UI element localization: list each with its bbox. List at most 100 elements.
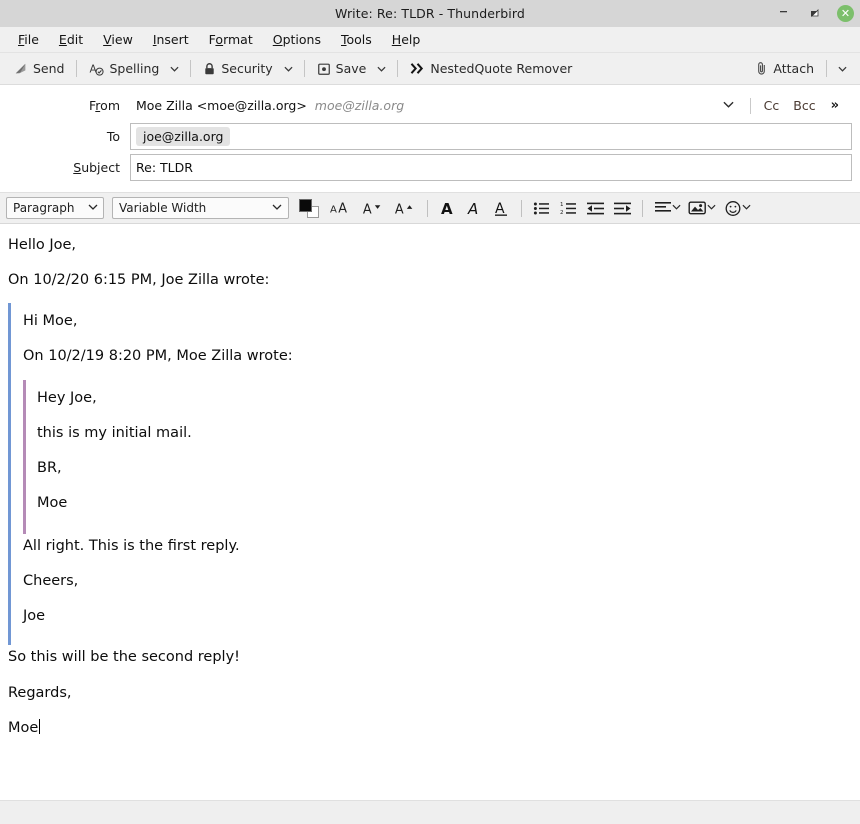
subject-row: Subject Re: TLDR — [8, 153, 852, 182]
font-size-reset-button[interactable]: A A — [326, 196, 356, 220]
from-identity-value: Moe Zilla <moe@zilla.org> — [136, 98, 307, 113]
attach-split-button: Attach — [749, 58, 852, 79]
from-label: From — [89, 98, 120, 113]
text-cursor-caret — [39, 718, 41, 734]
more-recipients-chevron-icon[interactable]: » — [823, 96, 846, 115]
menu-file[interactable]: File — [8, 30, 49, 49]
nestedquote-remover-label: NestedQuote Remover — [430, 61, 573, 76]
attach-dropdown-chevron-down-icon[interactable] — [833, 63, 852, 75]
subject-label: Subject — [73, 160, 120, 175]
subject-input[interactable]: Re: TLDR — [130, 154, 852, 181]
header-divider — [749, 97, 751, 114]
svg-text:A: A — [363, 203, 372, 217]
nestedquote-remover-button[interactable]: NestedQuote Remover — [404, 58, 578, 79]
indent-button[interactable] — [610, 196, 635, 220]
underline-button[interactable]: A — [489, 196, 514, 220]
subject-value: Re: TLDR — [136, 160, 193, 175]
foreground-color-swatch-icon — [299, 199, 312, 212]
toolbar-separator-3 — [303, 60, 305, 77]
quote2-signoff: BR, — [37, 459, 62, 476]
compose-headers: From Moe Zilla <moe@zilla.org> moe@zilla… — [0, 85, 860, 193]
restore-icon[interactable] — [806, 5, 823, 22]
main-toolbar: Send A Spelling Security Save NestedQuot… — [0, 53, 860, 85]
from-address-value: moe@zilla.org — [314, 98, 405, 113]
svg-text:A: A — [441, 200, 453, 217]
blockquote-level-2: Hey Joe, this is my initial mail. BR, Mo… — [23, 379, 860, 534]
to-label: To — [106, 129, 120, 144]
attach-button[interactable]: Attach — [749, 58, 820, 79]
outdent-button[interactable] — [583, 196, 608, 220]
to-row: To joe@zilla.org — [8, 122, 852, 151]
numbered-list-button[interactable]: 1 2 — [556, 196, 581, 220]
quote1-signature: Joe — [23, 608, 46, 625]
bold-button[interactable]: A — [435, 196, 460, 220]
menu-file-rest: ile — [24, 32, 39, 47]
double-chevron-right-icon — [410, 62, 425, 75]
svg-text:A: A — [395, 203, 404, 217]
menu-view[interactable]: View — [93, 30, 143, 49]
svg-text:2: 2 — [560, 210, 564, 216]
menu-help[interactable]: Help — [382, 30, 431, 49]
bullet-list-button[interactable] — [529, 196, 554, 220]
attach-separator — [826, 60, 827, 77]
paragraph-style-chevron-down-icon — [74, 203, 98, 213]
body-attribution-level1: On 10/2/20 6:15 PM, Joe Zilla wrote: — [8, 272, 270, 289]
menu-insert-rest: nsert — [156, 32, 189, 47]
from-selector[interactable]: Moe Zilla <moe@zilla.org> moe@zilla.org … — [130, 93, 852, 119]
spelling-split-button: A Spelling — [83, 58, 184, 79]
menu-view-rest: iew — [111, 32, 133, 47]
emoji-chevron-down-icon[interactable] — [742, 203, 753, 213]
menu-edit[interactable]: Edit — [49, 30, 93, 49]
paragraph-style-select[interactable]: Paragraph — [6, 197, 104, 219]
save-dropdown-chevron-down-icon[interactable] — [372, 63, 391, 75]
security-button[interactable]: Security — [197, 58, 278, 79]
format-separator-3 — [642, 199, 643, 217]
body-signature-line: Moe — [0, 716, 860, 751]
recipient-pill[interactable]: joe@zilla.org — [136, 126, 231, 147]
menu-format-rest: rmat — [223, 32, 253, 47]
format-separator-1 — [427, 199, 428, 217]
text-color-picker[interactable] — [299, 198, 319, 218]
send-button[interactable]: Send — [8, 58, 70, 79]
body-signoff: Regards, — [8, 684, 72, 701]
spelling-button[interactable]: A Spelling — [83, 58, 165, 79]
quote1-greeting: Hi Moe, — [23, 313, 78, 330]
menu-tools[interactable]: Tools — [331, 30, 382, 49]
svg-text:A: A — [338, 202, 347, 216]
from-chevron-down-icon[interactable] — [713, 100, 744, 111]
window-controls: ✕ — [775, 0, 854, 27]
font-size-decrease-button[interactable]: A — [358, 196, 388, 220]
blockquote-level-1: Hi Moe, On 10/2/19 8:20 PM, Moe Zilla wr… — [8, 303, 860, 646]
align-chevron-down-icon[interactable] — [672, 203, 683, 213]
cc-button[interactable]: Cc — [757, 96, 787, 115]
body-reply: So this will be the second reply! — [8, 649, 240, 666]
font-size-increase-button[interactable]: A — [390, 196, 420, 220]
menu-options[interactable]: Options — [263, 30, 331, 49]
menu-tools-rest: ools — [346, 32, 372, 47]
to-input[interactable]: joe@zilla.org — [130, 123, 852, 150]
menu-help-rest: elp — [401, 32, 421, 47]
security-split-button: Security — [197, 58, 297, 79]
send-label: Send — [33, 61, 65, 76]
paragraph-style-value: Paragraph — [13, 201, 75, 215]
quote1-attribution: On 10/2/19 8:20 PM, Moe Zilla wrote: — [23, 348, 293, 365]
insert-image-chevron-down-icon[interactable] — [707, 203, 718, 213]
format-separator-2 — [521, 199, 522, 217]
menu-insert[interactable]: Insert — [143, 30, 199, 49]
font-face-select[interactable]: Variable Width — [112, 197, 289, 219]
menu-format[interactable]: Format — [199, 30, 263, 49]
bcc-button[interactable]: Bcc — [786, 96, 822, 115]
save-button[interactable]: Save — [311, 58, 373, 79]
security-dropdown-chevron-down-icon[interactable] — [279, 63, 298, 75]
body-greeting: Hello Joe, — [8, 237, 77, 253]
italic-button[interactable]: A — [462, 196, 487, 220]
title-bar: Write: Re: TLDR - Thunderbird ✕ — [0, 0, 860, 27]
minimize-icon[interactable] — [775, 5, 792, 22]
quote2-greeting: Hey Joe, — [37, 389, 97, 406]
message-body-editor[interactable]: Hello Joe, On 10/2/20 6:15 PM, Joe Zilla… — [0, 224, 860, 800]
save-label: Save — [335, 61, 367, 76]
floppy-disk-save-icon — [317, 62, 331, 76]
spelling-dropdown-chevron-down-icon[interactable] — [165, 63, 184, 75]
paperclip-icon — [755, 61, 768, 76]
close-icon[interactable]: ✕ — [837, 5, 854, 22]
